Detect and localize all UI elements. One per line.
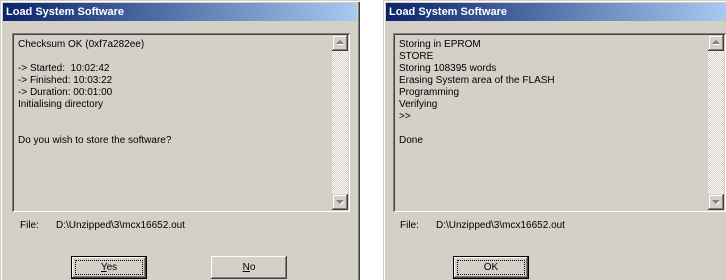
title-bar[interactable]: Load System Software	[3, 3, 357, 21]
accelerator-key: Y	[100, 262, 107, 273]
scroll-down-arrow-icon	[336, 200, 344, 204]
file-info: File: D:\Unzipped\3\mcx16652.out	[20, 220, 185, 232]
window-title: Load System Software	[6, 6, 124, 18]
store-confirmation-dialog: Load System Software Checksum OK (0xf7a2…	[0, 0, 360, 280]
vertical-scrollbar[interactable]	[332, 35, 348, 210]
no-button-label: No	[242, 262, 256, 273]
scroll-up-arrow-icon	[712, 40, 720, 44]
scroll-up-arrow-icon	[336, 40, 344, 44]
scroll-up-button[interactable]	[708, 35, 724, 51]
scroll-down-button[interactable]	[708, 194, 724, 210]
scrollbar-track[interactable]	[708, 51, 724, 194]
log-output-text: Storing in EPROM STORE Storing 108395 wo…	[399, 39, 555, 146]
file-label: File:	[20, 220, 39, 231]
file-path: D:\Unzipped\3\mcx16652.out	[436, 220, 565, 231]
yes-button[interactable]: Yes	[71, 256, 147, 279]
scroll-down-arrow-icon	[712, 200, 720, 204]
ok-button[interactable]: OK	[453, 256, 529, 279]
file-label: File:	[400, 220, 419, 231]
ok-button-label: OK	[483, 262, 499, 273]
no-button[interactable]: No	[211, 256, 287, 279]
scroll-down-button[interactable]	[332, 194, 348, 210]
scrollbar-track[interactable]	[332, 51, 348, 194]
title-bar[interactable]: Load System Software	[386, 3, 726, 21]
log-output-text: Checksum OK (0xf7a282ee) -> Started: 10:…	[18, 39, 172, 146]
yes-button-label: Yes	[100, 262, 118, 273]
log-output-textbox[interactable]: Storing in EPROM STORE Storing 108395 wo…	[393, 33, 726, 212]
log-output-textbox[interactable]: Checksum OK (0xf7a282ee) -> Started: 10:…	[12, 33, 350, 212]
store-complete-dialog: Load System Software Storing in EPROM ST…	[383, 0, 726, 280]
window-title: Load System Software	[389, 6, 507, 18]
accelerator-key: N	[242, 262, 250, 273]
vertical-scrollbar[interactable]	[708, 35, 724, 210]
file-path: D:\Unzipped\3\mcx16652.out	[56, 220, 185, 231]
file-info: File: D:\Unzipped\3\mcx16652.out	[400, 220, 565, 232]
scroll-up-button[interactable]	[332, 35, 348, 51]
